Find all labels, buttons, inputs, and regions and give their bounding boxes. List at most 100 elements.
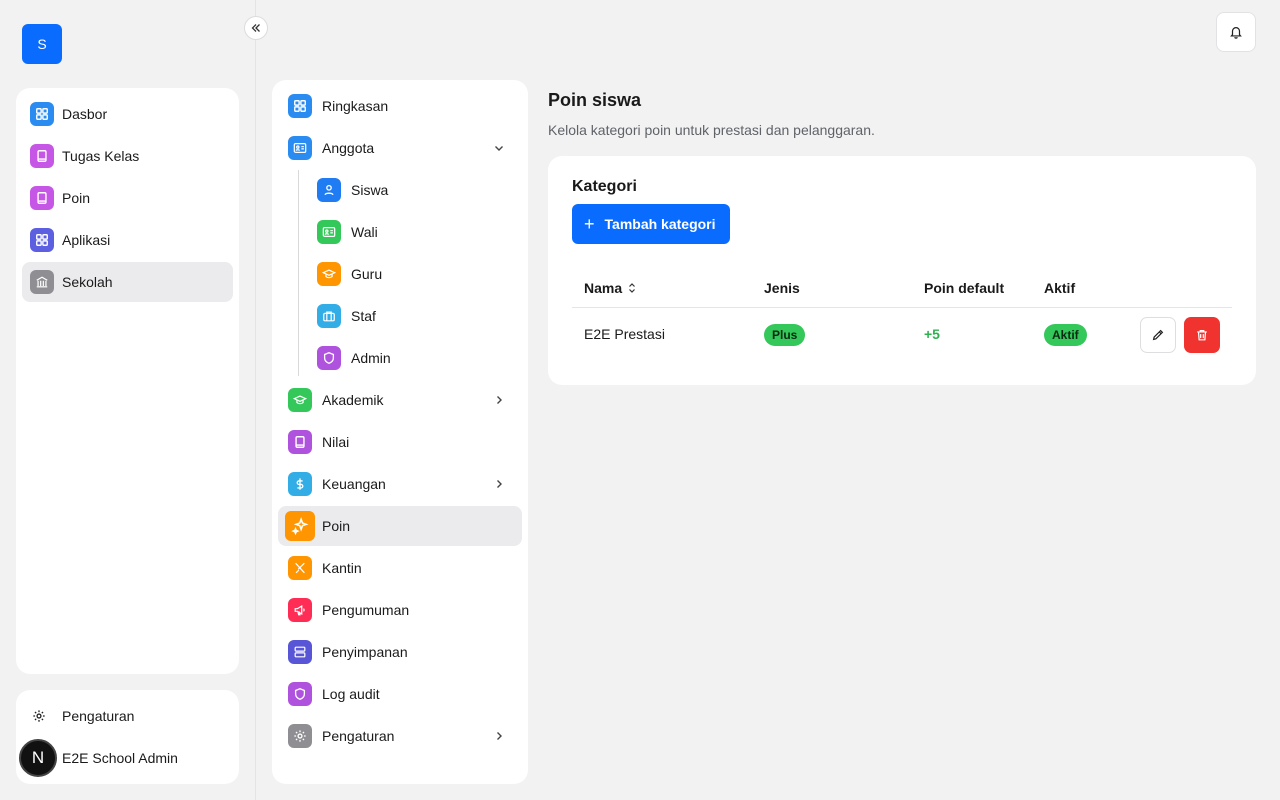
shield-icon: [317, 346, 341, 370]
book-icon: [30, 144, 54, 168]
subnav-item-admin[interactable]: Admin: [307, 338, 522, 378]
dashboard-icon: [30, 102, 54, 126]
default-points: +5: [924, 326, 940, 342]
table-header: Nama Jenis Poin default Aktif: [572, 268, 1232, 308]
user-name: E2E School Admin: [62, 750, 178, 766]
subnav-item-label: Nilai: [322, 434, 350, 450]
apps-grid-icon: [30, 228, 54, 252]
id-card-icon: [288, 136, 312, 160]
id-card-icon: [317, 220, 341, 244]
delete-button[interactable]: [1184, 317, 1220, 353]
sparkles-icon: [285, 511, 315, 541]
rail-item-label: Dasbor: [62, 106, 108, 122]
subnav-item-nilai[interactable]: Nilai: [278, 422, 522, 462]
rail-footer: Pengaturan N E2E School Admin: [16, 690, 239, 784]
subnav-item-guru[interactable]: Guru: [307, 254, 522, 294]
subnav-item-akademik[interactable]: Akademik: [278, 380, 522, 420]
school-building-icon: [30, 270, 54, 294]
subnav-item-staf[interactable]: Staf: [307, 296, 522, 336]
settings-link[interactable]: Pengaturan: [16, 696, 239, 736]
utensils-icon: [288, 556, 312, 580]
avatar[interactable]: N: [19, 739, 57, 777]
add-category-button[interactable]: + Tambah kategori: [572, 204, 730, 244]
book-icon: [30, 186, 54, 210]
subnav-item-label: Anggota: [322, 140, 375, 156]
page-title: Poin siswa: [548, 90, 642, 110]
trash-icon: [1197, 330, 1207, 341]
chevron-right-icon: [497, 396, 502, 404]
sort-icon: [629, 283, 636, 293]
subnav-item-wali[interactable]: Wali: [307, 212, 522, 252]
bell-icon: [1230, 27, 1242, 39]
page-subtitle: Kelola kategori poin untuk prestasi dan …: [548, 122, 875, 138]
table-row: E2E Prestasi Plus +5 Aktif: [572, 309, 1232, 361]
briefcase-icon: [317, 304, 341, 328]
type-badge: Plus: [764, 324, 806, 346]
subnav-item-label: Pengumuman: [322, 602, 410, 618]
rail-item-dasbor[interactable]: Dasbor: [22, 94, 233, 134]
column-header-jenis: Jenis: [764, 280, 800, 296]
app-logo[interactable]: S: [22, 24, 62, 64]
subnav-item-siswa[interactable]: Siswa: [307, 170, 522, 210]
status-badge: Aktif: [1044, 324, 1087, 346]
subnav-item-label: Ringkasan: [322, 98, 389, 114]
subnav-item-label: Akademik: [322, 392, 384, 408]
rail-item-label: Aplikasi: [62, 232, 111, 248]
subnav-item-kantin[interactable]: Kantin: [278, 548, 522, 588]
category-name: E2E Prestasi: [584, 326, 665, 342]
column-header-nama[interactable]: Nama: [584, 280, 638, 296]
subnav-item-log-audit[interactable]: Log audit: [278, 674, 522, 714]
subnav-item-pengumuman[interactable]: Pengumuman: [278, 590, 522, 630]
rail-item-label: Poin: [62, 190, 91, 206]
subnav-item-label: Pengaturan: [322, 728, 395, 744]
edit-button[interactable]: [1140, 317, 1176, 353]
dollar-icon: [288, 472, 312, 496]
pencil-icon: [1152, 329, 1164, 341]
subnav-item-label: Staf: [351, 308, 376, 324]
graduation-cap-icon: [317, 262, 341, 286]
subnav-item-poin[interactable]: Poin: [278, 506, 522, 546]
plus-icon: +: [584, 214, 595, 234]
book-icon: [288, 430, 312, 454]
category-card: Kategori + Tambah kategori Nama Jenis Po…: [548, 156, 1256, 385]
shield-icon: [288, 682, 312, 706]
collapse-sidebar-button[interactable]: [244, 16, 268, 40]
rail-item-aplikasi[interactable]: Aplikasi: [22, 220, 233, 260]
subnav-item-pengaturan[interactable]: Pengaturan: [278, 716, 522, 756]
rail-item-sekolah[interactable]: Sekolah: [22, 262, 233, 302]
gear-icon: [288, 724, 312, 748]
subnav-item-penyimpanan[interactable]: Penyimpanan: [278, 632, 522, 672]
card-title: Kategori: [572, 178, 637, 195]
subnav-item-label: Poin: [322, 518, 351, 534]
settings-label: Pengaturan: [62, 708, 135, 724]
rail-nav: Dasbor Tugas Kelas Poin Aplikasi Sekolah: [16, 88, 239, 674]
school-subnav: Ringkasan Anggota Siswa Wali Guru Staf A…: [272, 80, 528, 784]
subnav-item-label: Admin: [351, 350, 391, 366]
subnav-item-label: Guru: [351, 266, 383, 282]
rail-item-poin[interactable]: Poin: [22, 178, 233, 218]
subnav-item-label: Siswa: [351, 182, 389, 198]
subnav-item-keuangan[interactable]: Keuangan: [278, 464, 522, 504]
storage-icon: [288, 640, 312, 664]
column-header-aktif: Aktif: [1044, 280, 1076, 296]
rail-item-tugas-kelas[interactable]: Tugas Kelas: [22, 136, 233, 176]
graduation-cap-icon: [288, 388, 312, 412]
subnav-item-label: Penyimpanan: [322, 644, 408, 660]
user-menu[interactable]: N E2E School Admin: [16, 738, 239, 778]
subnav-item-anggota[interactable]: Anggota: [278, 128, 522, 168]
tree-line: [298, 170, 299, 376]
subnav-item-label: Keuangan: [322, 476, 386, 492]
rail-item-label: Tugas Kelas: [62, 148, 140, 164]
chevron-right-icon: [497, 732, 502, 740]
chevron-right-icon: [497, 480, 502, 488]
user-icon: [317, 178, 341, 202]
column-label: Nama: [584, 280, 623, 296]
dashboard-icon: [288, 94, 312, 118]
rail-item-label: Sekolah: [62, 274, 113, 290]
gear-icon: [16, 709, 62, 723]
column-header-poin-default: Poin default: [924, 280, 1005, 296]
subnav-item-label: Log audit: [322, 686, 380, 702]
notifications-button[interactable]: [1216, 12, 1256, 52]
subnav-item-ringkasan[interactable]: Ringkasan: [278, 86, 522, 126]
megaphone-icon: [288, 598, 312, 622]
